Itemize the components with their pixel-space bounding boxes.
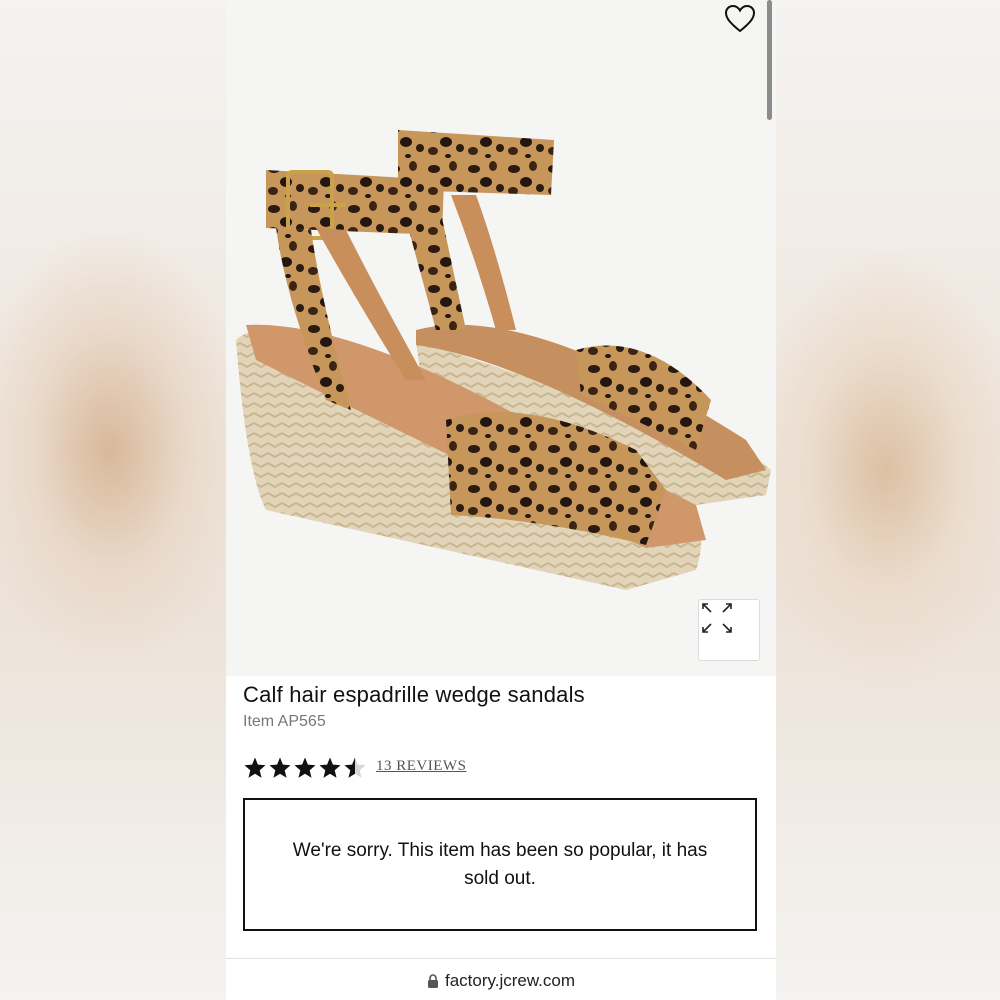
star-icon: [244, 757, 266, 778]
star-rating[interactable]: [243, 754, 367, 782]
browser-url-bar[interactable]: factory.jcrew.com: [226, 962, 776, 1000]
star-icon: [294, 757, 316, 778]
sold-out-message: We're sorry. This item has been so popul…: [292, 839, 708, 889]
lock-icon: [427, 974, 438, 988]
expand-image-button[interactable]: [698, 599, 760, 661]
scrollbar[interactable]: [767, 0, 772, 120]
sold-out-notice: We're sorry. This item has been so popul…: [243, 798, 757, 931]
expand-icon: [702, 603, 732, 633]
reviews-link[interactable]: 13 REVIEWS: [376, 758, 466, 775]
star-icon: [344, 757, 366, 778]
heart-icon: [724, 4, 756, 33]
star-icon: [319, 757, 341, 778]
sandals-illustration: [236, 130, 771, 590]
star-icon: [269, 757, 291, 778]
divider: [226, 958, 776, 959]
product-title: Calf hair espadrille wedge sandals: [243, 682, 585, 707]
blurred-backdrop-left: [0, 0, 226, 1000]
phone-screen: Calf hair espadrille wedge sandals Item …: [226, 0, 776, 1000]
item-number: Item AP565: [243, 713, 326, 730]
url-text: factory.jcrew.com: [444, 971, 576, 990]
favorite-button[interactable]: [724, 4, 760, 38]
product-image[interactable]: [226, 0, 776, 676]
blurred-backdrop-right: [776, 0, 1000, 1000]
